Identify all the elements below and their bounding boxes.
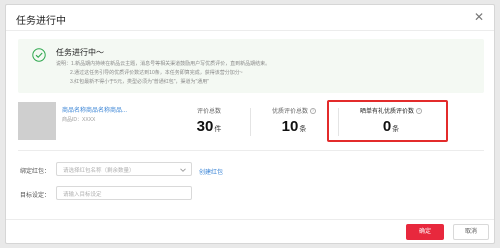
desc-line: 2.通过这任务引导的优质评价数达到10条，本任务即算完成，获得该营分加分~: [70, 70, 243, 76]
stat-value: 30件: [196, 118, 222, 135]
target-input[interactable]: 请输入目标设定: [56, 186, 192, 200]
redpacket-placeholder: 请选择红包名称（剩余数量）: [63, 168, 135, 174]
status-panel: 任务进行中～ 说明：1.新品期内持续在新品云主题，消息号等相关渠道鼓励用户写优质…: [18, 39, 484, 93]
dialog-header: 任务进行中 ✕: [6, 5, 494, 31]
help-icon[interactable]: ?: [310, 108, 316, 115]
close-icon[interactable]: ✕: [472, 10, 486, 24]
confirm-button[interactable]: 确定: [406, 224, 444, 240]
status-title: 任务进行中～: [56, 48, 104, 57]
task-dialog: 任务进行中 ✕ 任务进行中～ 说明：1.新品期内持续在新品云主题，消息号等相关渠…: [5, 4, 495, 244]
divider: [6, 219, 494, 220]
divider: [18, 150, 484, 151]
status-description: 说明：1.新品期内持续在新品云主题，消息号等相关渠道鼓励用户写优质评价，直到新品…: [56, 60, 476, 87]
desc-line: 3.红包最新不得小于5元，类型必须为"普通红包"，渠道为"通用": [70, 79, 210, 85]
create-redpacket-link[interactable]: 创建红包: [199, 167, 223, 176]
redpacket-select[interactable]: 请选择红包名称（剩余数量）: [56, 162, 192, 176]
dialog-title: 任务进行中: [16, 16, 66, 27]
cancel-button[interactable]: 取消: [453, 224, 489, 240]
chevron-down-icon: [180, 168, 186, 172]
highlight-box: [327, 100, 448, 142]
desc-line: 说明：1.新品期内持续在新品云主题，消息号等相关渠道鼓励用户写优质评价，直到新品…: [56, 61, 271, 67]
product-name-link[interactable]: 商品名称商品名称商品...: [62, 105, 127, 114]
product-id: 商品ID：XXXX: [62, 117, 96, 123]
stat-label: 评价总数: [196, 109, 221, 115]
target-label: 目标设定：: [20, 193, 51, 199]
check-circle-icon: [32, 48, 46, 62]
product-thumbnail: [18, 102, 56, 140]
stat-total-reviews: 评价总数 30件: [168, 102, 250, 142]
stat-label: 优质评价总数: [271, 109, 308, 115]
target-placeholder: 请输入目标设定: [63, 192, 102, 198]
redpacket-label: 绑定红包：: [20, 169, 51, 175]
